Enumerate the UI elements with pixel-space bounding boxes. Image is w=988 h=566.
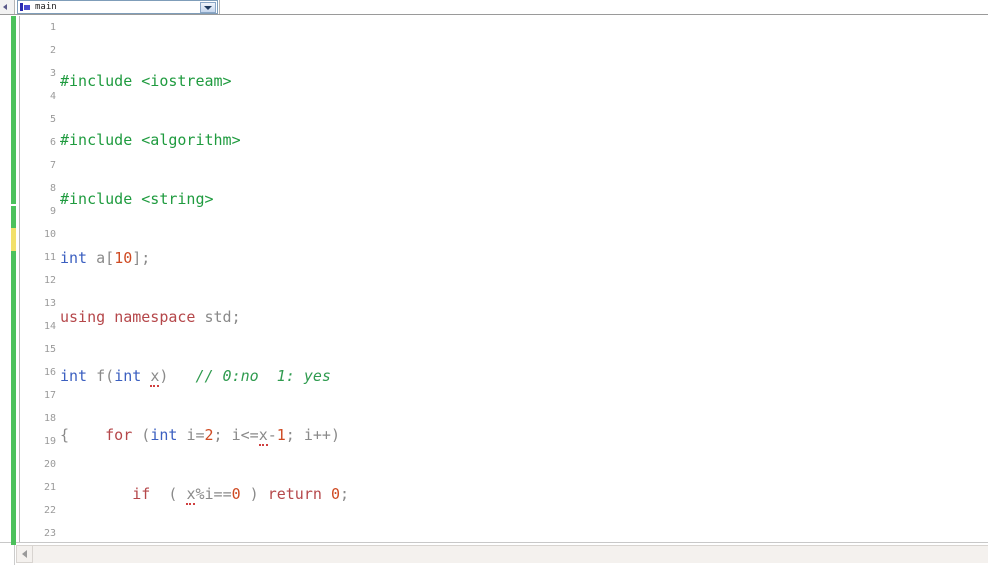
line-number: 5 bbox=[49, 114, 56, 125]
nav-back-icon bbox=[3, 4, 7, 10]
code-line-text: #include <algorithm> bbox=[60, 131, 241, 149]
change-marker-unsaved bbox=[11, 228, 16, 251]
code-editor-surface[interactable]: 1 2 3 4 5 6 7 8 9 10 11 12 13 14 15 16 1… bbox=[0, 16, 988, 542]
code-line-text: int f(int x) // 0:no 1: yes bbox=[60, 367, 331, 387]
line-number: 23 bbox=[43, 528, 56, 539]
line-number: 2 bbox=[49, 45, 56, 56]
code-line[interactable]: #include <algorithm> bbox=[60, 129, 988, 152]
code-line-text: using namespace std; bbox=[60, 308, 241, 326]
change-marker-saved bbox=[11, 16, 16, 204]
member-dropdown[interactable]: main bbox=[17, 0, 218, 14]
line-number: 4 bbox=[49, 91, 56, 102]
code-line[interactable]: using namespace std; bbox=[60, 306, 988, 329]
horizontal-scrollbar-track[interactable] bbox=[16, 545, 988, 563]
line-number: 1 bbox=[49, 22, 56, 33]
scroll-left-button[interactable] bbox=[16, 545, 33, 563]
code-line[interactable]: #include <string> bbox=[60, 188, 988, 211]
line-number: 21 bbox=[43, 482, 56, 493]
code-editor-window: main 1 2 3 4 5 6 7 8 9 10 11 12 13 14 15… bbox=[0, 0, 988, 566]
code-line-text: if ( x%i==0 ) return 0; bbox=[132, 485, 349, 505]
code-line[interactable]: if ( x%i==0 ) return 0; bbox=[60, 483, 988, 506]
change-marker-saved bbox=[11, 206, 16, 228]
line-number: 6 bbox=[49, 137, 56, 148]
code-line-text: int a[10]; bbox=[60, 249, 151, 267]
member-dropdown-toggle[interactable] bbox=[200, 2, 216, 13]
code-line[interactable]: int a[10]; bbox=[60, 247, 988, 270]
chevron-down-icon bbox=[204, 5, 212, 10]
line-number: 9 bbox=[49, 206, 56, 217]
line-number: 18 bbox=[43, 413, 56, 424]
editor-navigation-bar: main bbox=[0, 0, 988, 15]
code-line[interactable]: int f(int x) // 0:no 1: yes bbox=[60, 365, 988, 388]
code-line-text: #include <string> bbox=[60, 190, 214, 208]
code-line[interactable]: { for (int i=2; i<=x-1; i++) bbox=[60, 424, 988, 447]
code-text-area[interactable]: #include <iostream> #include <algorithm>… bbox=[60, 16, 988, 542]
line-number: 13 bbox=[43, 298, 56, 309]
line-number: 8 bbox=[49, 183, 56, 194]
line-number: 19 bbox=[43, 436, 56, 447]
scrollbar-corner bbox=[0, 537, 16, 565]
navigation-bar-filler bbox=[219, 0, 988, 14]
code-line-text: { for (int i=2; i<=x-1; i++) bbox=[60, 426, 340, 446]
line-number: 10 bbox=[43, 229, 56, 240]
line-number: 17 bbox=[43, 390, 56, 401]
line-number: 7 bbox=[49, 160, 56, 171]
method-icon bbox=[20, 2, 31, 12]
line-number-gutter: 1 2 3 4 5 6 7 8 9 10 11 12 13 14 15 16 1… bbox=[22, 16, 58, 542]
line-number: 15 bbox=[43, 344, 56, 355]
line-number: 16 bbox=[43, 367, 56, 378]
gutter-divider bbox=[19, 16, 20, 542]
code-line[interactable]: #include <iostream> bbox=[60, 70, 988, 93]
line-number: 12 bbox=[43, 275, 56, 286]
line-number: 20 bbox=[43, 459, 56, 470]
line-number: 22 bbox=[43, 505, 56, 516]
change-marker-saved bbox=[11, 251, 16, 542]
line-number: 3 bbox=[49, 68, 56, 79]
change-tracking-margin bbox=[11, 16, 16, 542]
line-number: 11 bbox=[43, 252, 56, 263]
arrow-left-icon bbox=[22, 550, 27, 558]
horizontal-scrollbar[interactable] bbox=[0, 537, 988, 566]
code-line-text: #include <iostream> bbox=[60, 72, 232, 90]
line-number: 14 bbox=[43, 321, 56, 332]
change-marker-saved bbox=[11, 537, 16, 545]
member-dropdown-value: main bbox=[35, 2, 57, 12]
nav-back-button[interactable] bbox=[0, 0, 15, 14]
